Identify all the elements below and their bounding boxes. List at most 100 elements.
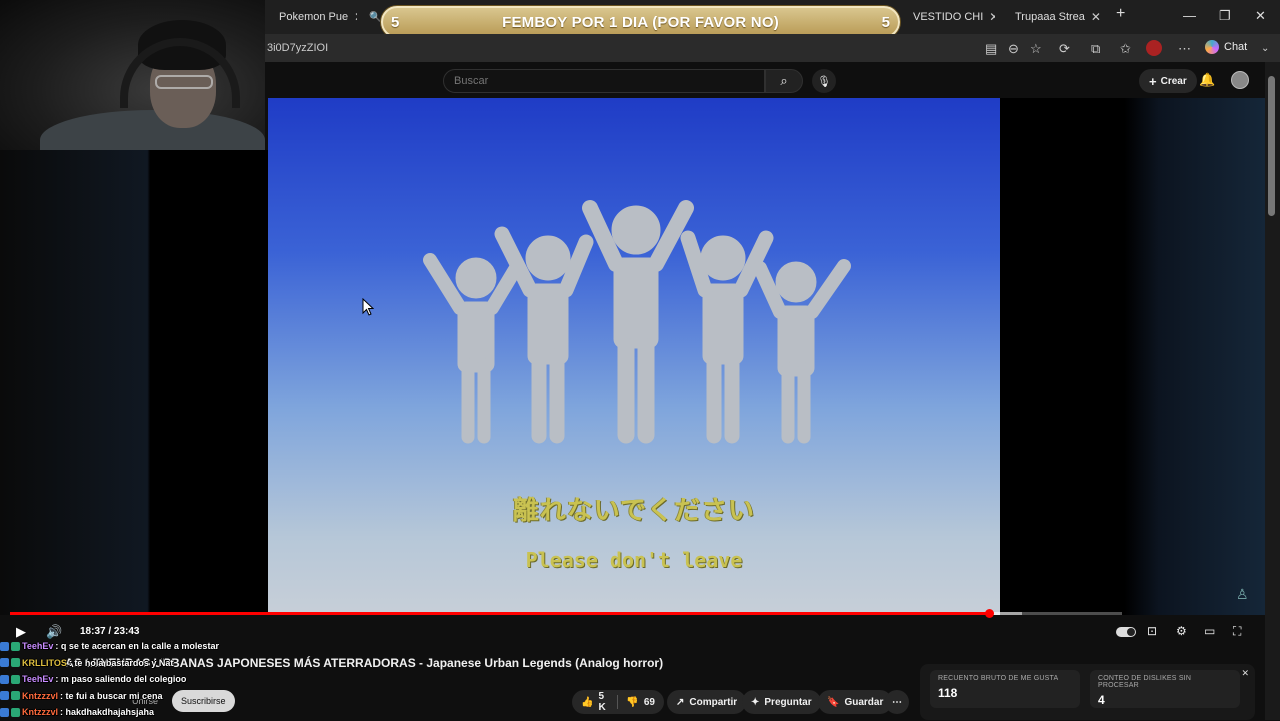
search-button[interactable]: ⌕ <box>765 69 803 93</box>
plus-icon: + <box>1149 73 1157 89</box>
subtitle-english: Please don't leave <box>525 548 743 572</box>
stream-chat-overlay: TeehEv: q se te acercan en la calle a mo… <box>0 638 340 720</box>
glasses-icon <box>155 75 213 89</box>
create-label: Crear <box>1160 75 1187 87</box>
youtube-header: ⌕ 🎙 + Crear 🔔 <box>265 62 1265 98</box>
scrubber-handle[interactable] <box>984 609 994 618</box>
search-input[interactable] <box>444 70 764 92</box>
stat-value: 118 <box>938 686 958 700</box>
gear-icon[interactable]: ⚙ <box>1176 624 1187 638</box>
address-bar: 3i0D7yzZIOI ▤ ⊖ ☆ ⟳ ⧉ ✩ ⋯ Chat ⌄ <box>265 34 1280 62</box>
chat-message: TeehEv: m paso saliendo del colegioo <box>0 671 340 688</box>
extensions-icon[interactable]: ⟳ <box>1059 41 1070 57</box>
copilot-chat-button[interactable]: Chat <box>1205 40 1247 54</box>
subtitles-icon[interactable]: ⊡ <box>1147 624 1157 638</box>
mouse-cursor-icon <box>362 298 374 316</box>
save-label: Guardar <box>844 696 884 708</box>
page-scrollbar[interactable] <box>1265 62 1280 720</box>
save-button[interactable]: 🔖 Guardar <box>818 690 893 714</box>
dislike-count[interactable]: 69 <box>644 697 655 708</box>
search-icon: ⌕ <box>780 73 788 88</box>
maximize-icon[interactable]: ❐ <box>1219 8 1231 24</box>
webcam-overlay <box>0 0 265 150</box>
chat-message: TeehEv: q se te acercan en la calle a mo… <box>0 638 340 655</box>
banner-right-number: 5 <box>881 13 890 31</box>
scrollbar-thumb[interactable] <box>1268 76 1275 216</box>
new-tab-icon[interactable]: + <box>1116 5 1125 23</box>
tab-label: VESTIDO CHI <box>913 11 984 23</box>
more-actions-button[interactable]: ⋯ <box>885 690 909 714</box>
more-icon[interactable]: ⋯ <box>1178 41 1191 57</box>
banner-left-number: 5 <box>391 13 400 31</box>
tab-trupaaa[interactable]: Trupaaa Strea ✕ <box>1001 4 1101 30</box>
chat-message: Kntzzzvl: hakdhakdhajahsjaha <box>0 704 340 721</box>
share-label: Compartir <box>689 696 738 708</box>
share-button[interactable]: ↗ Compartir <box>667 690 747 714</box>
progress-fill <box>10 612 989 615</box>
ask-button[interactable]: ✦ Preguntar <box>742 690 821 714</box>
minimize-icon[interactable]: — <box>1183 8 1196 23</box>
close-icon[interactable]: ✕ <box>1241 668 1249 679</box>
search-icon: 🔍 <box>369 11 381 23</box>
chat-badge-icon <box>11 641 20 651</box>
autoplay-toggle[interactable] <box>1116 627 1136 637</box>
video-player[interactable]: 離れないでください Please don't leave <box>268 98 1000 615</box>
thumbs-down-icon[interactable]: 👎 <box>626 697 638 708</box>
close-icon[interactable]: ✕ <box>354 10 357 24</box>
chat-username: Kntzzzvl <box>22 690 58 701</box>
stat-dislikes-card: CONTEO DE DISLIKES SIN PROCESAR 4 <box>1090 670 1240 708</box>
chat-text: : m paso saliendo del colegioo <box>55 674 187 685</box>
reader-icon[interactable]: ▤ <box>985 41 997 57</box>
tab-label: Pokemon Pue <box>279 11 349 23</box>
miniplayer-icon[interactable]: ▭ <box>1204 624 1215 638</box>
stat-label: RECUENTO BRUTO DE ME GUSTA <box>938 675 1059 682</box>
url-text[interactable]: 3i0D7yzZIOI <box>267 42 328 54</box>
chat-message: Kntzzzvl: te fui a buscar mi cena <box>0 688 340 705</box>
close-icon[interactable]: ✕ <box>989 10 995 24</box>
chevron-down-icon[interactable]: ⌄ <box>1261 43 1269 54</box>
favorite-star-icon[interactable]: ☆ <box>1030 41 1042 57</box>
tab-vestido[interactable]: VESTIDO CHI ✕ <box>905 4 995 30</box>
chat-username: KRLLITOS <box>22 657 67 668</box>
stat-label: CONTEO DE DISLIKES SIN PROCESAR <box>1098 675 1192 689</box>
chat-badge-icon <box>0 641 9 651</box>
bell-icon[interactable]: 🔔 <box>1199 72 1215 88</box>
tab-pokemon[interactable]: Pokemon Pue ✕ <box>265 4 357 30</box>
chat-label: Chat <box>1224 41 1248 53</box>
tab-search[interactable]: 🔍 <box>361 4 381 30</box>
close-icon[interactable]: ✕ <box>1091 10 1101 24</box>
chat-text: : hakdhakdhajahsjaha <box>60 707 155 718</box>
create-button[interactable]: + Crear <box>1139 69 1197 93</box>
like-count[interactable]: 5 K <box>598 691 607 713</box>
subtitle-japanese: 離れないでください <box>512 495 756 525</box>
bookmark-icon: 🔖 <box>827 696 840 708</box>
zoom-icon[interactable]: ⊖ <box>1008 41 1019 57</box>
sparkle-icon: ✦ <box>751 696 760 708</box>
video-progress-bar[interactable] <box>10 609 1122 618</box>
favorites-icon[interactable]: ✩ <box>1120 41 1131 57</box>
people-pictogram <box>423 200 851 444</box>
voice-search-button[interactable]: 🎙 <box>812 69 836 93</box>
search-box[interactable] <box>443 69 765 93</box>
chat-badge-icon <box>11 658 20 668</box>
ambient-left <box>0 150 268 615</box>
copilot-icon <box>1205 40 1219 54</box>
thumbs-up-icon[interactable]: 👍 <box>581 697 593 708</box>
chat-badge-icon <box>0 658 9 668</box>
split-screen-icon[interactable]: ⧉ <box>1091 41 1100 57</box>
profile-icon[interactable] <box>1146 40 1162 56</box>
dislike-stats-panel: RECUENTO BRUTO DE ME GUSTA 118 CONTEO DE… <box>920 664 1255 720</box>
stat-likes-card: RECUENTO BRUTO DE ME GUSTA 118 <box>930 670 1080 708</box>
chat-badge-icon <box>11 691 20 701</box>
chat-username: TeehEv <box>22 674 54 685</box>
like-dislike-group: 👍 5 K 👎 69 <box>572 690 664 714</box>
fullscreen-icon[interactable]: ⛶ <box>1233 624 1241 639</box>
divider <box>616 695 618 709</box>
avatar[interactable] <box>1231 71 1249 89</box>
chat-username: TeehEv <box>22 641 54 652</box>
window-close-icon[interactable]: ✕ <box>1255 8 1266 24</box>
more-icon: ⋯ <box>892 696 902 708</box>
chat-message: KRLLITOS: te hola bastardos y Nat <box>0 655 340 672</box>
chat-text: : te hola bastardos y Nat <box>68 657 174 668</box>
streamer-shoulder <box>40 110 265 150</box>
